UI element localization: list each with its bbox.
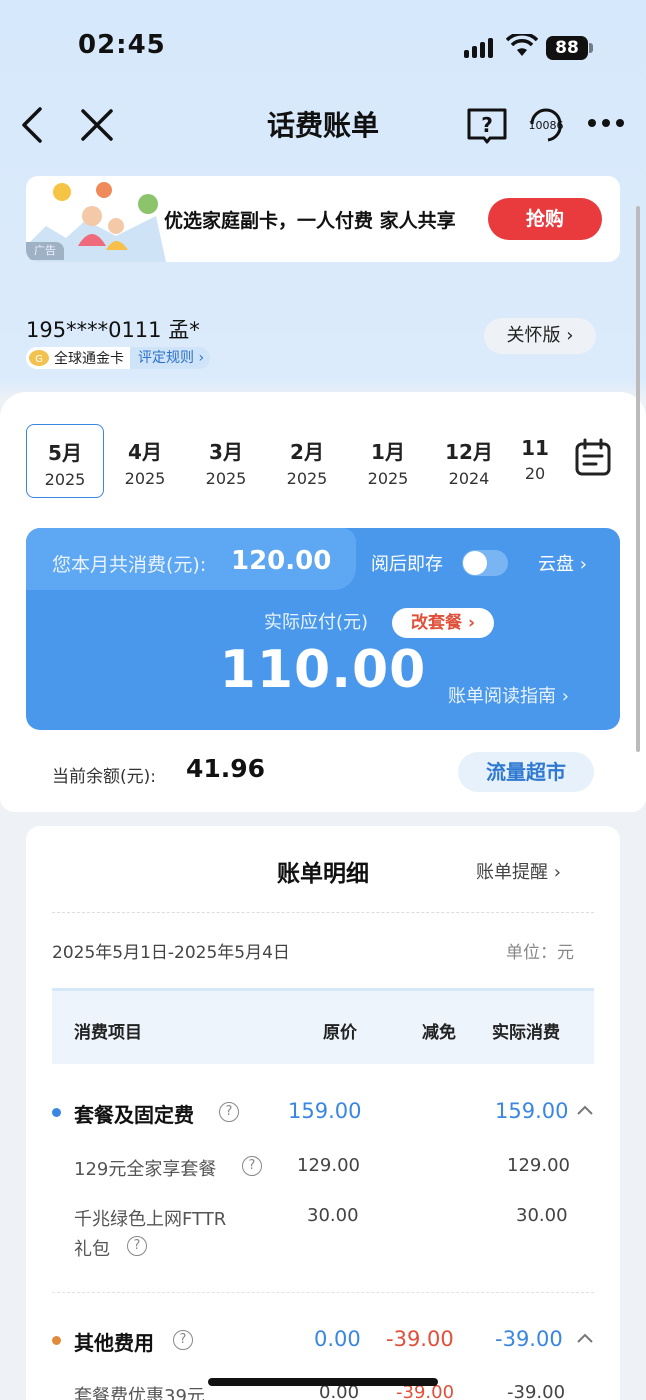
data-market-button[interactable]: 流量超市 <box>458 752 594 792</box>
calendar-icon[interactable] <box>574 438 612 478</box>
buy-button[interactable]: 抢购 <box>488 198 602 240</box>
ad-banner[interactable]: 优选家庭副卡，一人付费 家人共享 抢购 广告 <box>26 176 620 262</box>
scrollbar[interactable] <box>636 206 640 752</box>
col-discount: 减免 <box>422 1023 456 1043</box>
col-item: 消费项目 <box>74 1023 142 1043</box>
list-item-label: 129元全家享套餐 <box>74 1159 217 1180</box>
customer-service-icon[interactable]: 10086 <box>524 102 568 146</box>
ad-text: 优选家庭副卡，一人付费 家人共享 <box>164 210 456 232</box>
wifi-icon <box>506 34 538 56</box>
help-icon[interactable]: ? <box>242 1156 262 1176</box>
month-tab[interactable]: 1月 2025 <box>349 424 427 498</box>
change-plan-button[interactable]: 改套餐 › <box>392 608 494 638</box>
category-other-fees[interactable]: 其他费用 <box>74 1327 154 1356</box>
svg-text:G: G <box>35 354 43 365</box>
divider <box>52 912 594 913</box>
chevron-up-icon[interactable] <box>576 1104 594 1116</box>
chevron-up-icon[interactable] <box>576 1332 594 1344</box>
actual-value: 159.00 <box>495 1099 569 1123</box>
bill-reminder-link[interactable]: 账单提醒 › <box>476 858 561 884</box>
month-tab[interactable]: 11 20 <box>510 424 560 498</box>
spending-summary: 您本月共消费(元): 120.00 阅后即存 云盘 › 实际应付(元) 改套餐 … <box>26 528 620 730</box>
month-tab[interactable]: 3月 2025 <box>187 424 265 498</box>
month-tab[interactable]: 4月 2025 <box>106 424 184 498</box>
category-fixed-fees[interactable]: 套餐及固定费 <box>74 1099 194 1128</box>
battery-icon: 88 <box>546 36 588 60</box>
unit-label: 单位：元 <box>506 943 574 963</box>
signal-icon <box>464 36 493 58</box>
ad-tag: 广告 <box>26 242 64 260</box>
auto-save-label: 阅后即存 <box>371 554 443 575</box>
list-item-label: 千兆绿色上网FTTR <box>74 1209 227 1230</box>
card-name: 全球通金卡 <box>54 351 124 367</box>
amount-due-label: 实际应付(元) <box>264 612 369 633</box>
balance-value: 41.96 <box>186 754 266 783</box>
more-icon[interactable] <box>586 116 626 130</box>
total-spend-label: 您本月共消费(元): <box>52 554 207 576</box>
svg-text:10086: 10086 <box>529 119 564 132</box>
svg-text:?: ? <box>481 113 493 137</box>
help-icon[interactable]: ? <box>173 1330 193 1350</box>
col-original: 原价 <box>323 1023 357 1043</box>
date-range: 2025年5月1日-2025年5月4日 <box>52 943 290 963</box>
care-mode-button[interactable]: 关怀版 › <box>484 318 596 354</box>
home-indicator[interactable] <box>208 1378 438 1386</box>
month-tab[interactable]: 12月 2024 <box>430 424 508 498</box>
gold-card-icon: G <box>29 350 49 366</box>
account-number: 195****0111 孟* <box>26 318 200 342</box>
col-actual: 实际消费 <box>492 1023 560 1043</box>
month-tab[interactable]: 2月 2025 <box>268 424 346 498</box>
card-level-row[interactable]: G 全球通金卡 评定规则 › <box>26 346 211 370</box>
list-item-label: 套餐费优惠39元 <box>74 1386 205 1400</box>
bill-guide-link[interactable]: 账单阅读指南 › <box>448 682 569 708</box>
month-tab[interactable]: 5月 2025 <box>26 424 104 498</box>
help-icon[interactable]: ? <box>219 1102 239 1122</box>
balance-label: 当前余额(元): <box>52 767 156 787</box>
status-time: 02:45 <box>78 30 166 60</box>
help-book-icon[interactable]: ? <box>466 106 508 144</box>
total-spend-value: 120.00 <box>231 546 332 576</box>
card-rule-link[interactable]: 评定规则 › <box>130 347 211 369</box>
cloud-drive-link[interactable]: 云盘 › <box>538 550 587 576</box>
original-value: 159.00 <box>288 1099 362 1123</box>
help-icon[interactable]: ? <box>127 1236 147 1256</box>
